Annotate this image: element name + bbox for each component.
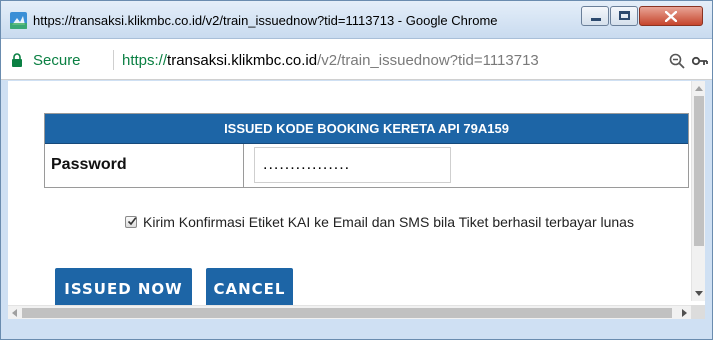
- password-input[interactable]: [254, 147, 451, 183]
- url-text[interactable]: https://transaksi.klikmbc.co.id/v2/train…: [122, 52, 539, 69]
- password-row: Password: [45, 144, 688, 187]
- scroll-up-icon[interactable]: [695, 86, 703, 91]
- window-title: https://transaksi.klikmbc.co.id/v2/train…: [33, 13, 498, 28]
- minimize-icon: [591, 18, 601, 21]
- address-divider: [113, 50, 114, 70]
- scroll-right-icon[interactable]: [682, 309, 687, 317]
- url-protocol: https://: [122, 52, 168, 69]
- horizontal-scrollbar[interactable]: [8, 305, 691, 319]
- issue-booking-table: ISSUED KODE BOOKING KERETA API 79A159 Pa…: [44, 113, 689, 188]
- row-divider: [243, 144, 244, 187]
- page-content: ISSUED KODE BOOKING KERETA API 79A159 Pa…: [8, 81, 705, 319]
- browser-window: https://transaksi.klikmbc.co.id/v2/train…: [0, 0, 713, 340]
- confirm-label: Kirim Konfirmasi Etiket KAI ke Email dan…: [143, 214, 634, 230]
- url-host: transaksi.klikmbc.co.id: [167, 52, 318, 69]
- maximize-icon: [619, 11, 630, 20]
- cancel-button[interactable]: CANCEL: [206, 268, 293, 310]
- url-path: /v2/train_issuednow?tid=1113713: [317, 52, 539, 69]
- close-button[interactable]: [639, 6, 703, 26]
- maximize-button[interactable]: [610, 6, 638, 26]
- address-bar[interactable]: Secure https://transaksi.klikmbc.co.id/v…: [1, 38, 712, 80]
- horizontal-scroll-thumb[interactable]: [22, 308, 672, 318]
- minimize-button[interactable]: [581, 6, 609, 26]
- close-icon: [665, 11, 677, 22]
- scroll-down-icon[interactable]: [695, 291, 703, 296]
- chrome-app-icon: [10, 12, 27, 29]
- vertical-scrollbar[interactable]: [691, 81, 705, 301]
- key-icon[interactable]: [692, 55, 708, 67]
- title-bar: https://transaksi.klikmbc.co.id/v2/train…: [1, 1, 712, 38]
- issued-now-button[interactable]: ISSUED NOW: [55, 268, 192, 310]
- scroll-left-icon[interactable]: [12, 309, 17, 317]
- secure-label: Secure: [33, 52, 81, 69]
- checkmark-icon: [127, 217, 137, 226]
- lock-icon: [12, 53, 22, 67]
- confirm-checkbox[interactable]: [125, 216, 137, 228]
- zoom-icon[interactable]: [669, 53, 685, 69]
- vertical-scroll-thumb[interactable]: [694, 96, 704, 246]
- password-label: Password: [51, 156, 127, 173]
- scrollbar-corner: [691, 305, 705, 319]
- table-header: ISSUED KODE BOOKING KERETA API 79A159: [45, 114, 688, 144]
